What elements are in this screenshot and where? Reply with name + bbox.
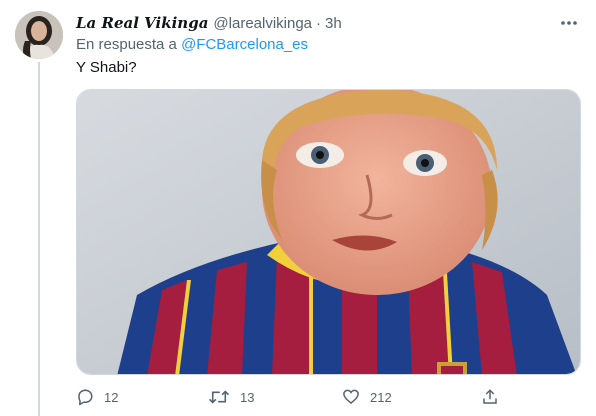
- tweet-actions: 12 13 212: [76, 383, 581, 411]
- tweet-media-image[interactable]: [76, 89, 581, 375]
- reply-prefix: En respuesta a: [76, 36, 177, 53]
- tweet-header: La Real Vikinga @larealvikinga · 3h: [76, 12, 576, 34]
- like-icon: [343, 389, 359, 404]
- tweet-text: Y Shabi?: [76, 59, 137, 76]
- reply-context: En respuesta a @FCBarcelona_es: [76, 36, 308, 53]
- timestamp[interactable]: 3h: [325, 15, 342, 32]
- reply-count: 12: [104, 389, 119, 405]
- avatar[interactable]: [15, 11, 63, 59]
- retweet-button[interactable]: 13: [208, 383, 254, 411]
- user-handle[interactable]: @larealvikinga: [213, 15, 312, 32]
- like-count: 212: [370, 389, 392, 405]
- separator-dot: ·: [316, 14, 322, 32]
- share-icon: [483, 389, 497, 404]
- display-name[interactable]: La Real Vikinga: [76, 14, 208, 32]
- like-button[interactable]: 212: [342, 383, 392, 411]
- share-button[interactable]: [481, 383, 509, 411]
- reply-mention-link[interactable]: @FCBarcelona_es: [181, 36, 308, 53]
- reply-icon: [78, 389, 93, 406]
- more-options-button[interactable]: [556, 10, 582, 36]
- retweet-icon: [209, 390, 229, 404]
- more-icon: [561, 21, 577, 25]
- thread-connector-line: [38, 62, 40, 416]
- reply-button[interactable]: 12: [76, 383, 118, 411]
- retweet-count: 13: [240, 389, 255, 405]
